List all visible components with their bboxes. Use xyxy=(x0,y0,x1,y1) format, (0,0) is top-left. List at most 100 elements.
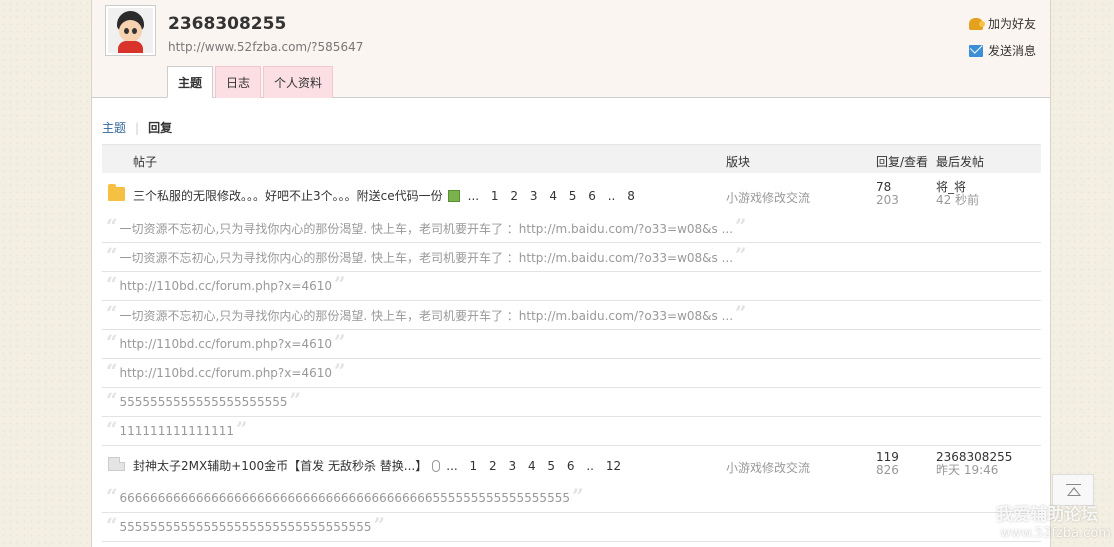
reply-quote[interactable]: “一切资源不忘初心,只为寻找你内心的那份渴望. 快上车，老司机要开车了 ：htt… xyxy=(102,243,1041,272)
page-link[interactable]: 5 xyxy=(569,189,577,203)
tab-profile[interactable]: 个人资料 xyxy=(263,66,334,98)
page-link[interactable]: 8 xyxy=(627,189,635,203)
reply-text: 一切资源不忘初心,只为寻找你内心的那份渴望. 快上车，老司机要开车了 ：http… xyxy=(119,250,734,265)
reply-text: http://110bd.cc/forum.php?x=4610 xyxy=(119,279,332,293)
close-quote-icon: ” xyxy=(333,272,346,296)
reply-text: 111111111111111 xyxy=(119,424,235,438)
close-quote-icon: ” xyxy=(333,359,346,383)
reply-quote[interactable]: “一切资源不忘初心,只为寻找你内心的那份渴望. 快上车，老司机要开车了 ：htt… xyxy=(102,214,1041,243)
page-link[interactable]: 2 xyxy=(510,189,518,203)
username[interactable]: 2368308255 xyxy=(168,14,286,34)
close-quote-icon: ” xyxy=(735,301,747,325)
reply-text: 一切资源不忘初心,只为寻找你内心的那份渴望. 快上车，老司机要开车了 ：http… xyxy=(119,221,734,236)
profile-header: 2368308255 http://www.52fzba.com/?585647… xyxy=(92,0,1050,98)
page-link[interactable]: 3 xyxy=(530,189,538,203)
folder-icon xyxy=(108,457,125,471)
open-quote-icon: “ xyxy=(106,417,118,441)
thread-title-wrap: 三个私服的无限修改。。。好吧不止3个。。。附送ce代码一份 ... 1 2 3 … xyxy=(133,187,643,204)
mail-icon xyxy=(968,44,983,57)
thread-counts: 78 203 xyxy=(876,181,899,207)
reply-text: 5555555555555555555555 xyxy=(119,395,288,409)
close-quote-icon: ” xyxy=(373,513,385,537)
open-quote-icon: “ xyxy=(106,513,118,537)
thread-forum[interactable]: 小游戏修改交流 xyxy=(726,459,810,476)
header-post: 帖子 xyxy=(133,155,158,169)
profile-tabs: 主题 日志 个人资料 xyxy=(167,66,335,98)
view-count: 826 xyxy=(876,463,899,477)
reply-text: 一切资源不忘初心,只为寻找你内心的那份渴望. 快上车，老司机要开车了 ：http… xyxy=(119,308,734,323)
paperclip-icon xyxy=(432,459,441,472)
thread-title[interactable]: 封神太子2MX辅助+100金币【首发 无敌秒杀 替换...】 xyxy=(133,457,427,474)
page-link[interactable]: 6 xyxy=(567,459,575,473)
page-container: 2368308255 http://www.52fzba.com/?585647… xyxy=(91,0,1051,547)
reply-text: http://110bd.cc/forum.php?x=4610 xyxy=(119,337,332,351)
thread-counts: 119 826 xyxy=(876,451,899,477)
reply-quote[interactable]: “http://110bd.cc/forum.php?x=4610” xyxy=(102,359,1041,388)
thread-pagination: ... 1 2 3 4 5 6 .. 12 xyxy=(444,459,629,473)
page-link[interactable]: 3 xyxy=(508,459,516,473)
subnav-divider: | xyxy=(135,120,140,135)
subnav: 主题 | 回复 xyxy=(102,119,172,136)
page-link[interactable]: 1 xyxy=(491,189,499,203)
add-friend-icon xyxy=(968,17,985,30)
open-quote-icon: “ xyxy=(106,214,118,238)
reply-quote[interactable]: “一切资源不忘初心,只为寻找你内心的那份渴望. 快上车，老司机要开车了 ：htt… xyxy=(102,301,1041,330)
close-quote-icon: ” xyxy=(333,330,346,354)
add-friend-button[interactable]: 加为好友 xyxy=(968,10,1036,37)
reply-text: 555555555555555555555555555555555 xyxy=(119,520,372,534)
reply-quote[interactable]: “111111111111111” xyxy=(102,417,1041,446)
open-quote-icon: “ xyxy=(106,388,118,412)
thread-pagination: ... 1 2 3 4 5 6 .. 8 xyxy=(464,189,643,203)
page-link[interactable]: 6 xyxy=(588,189,596,203)
watermark-url: www.52fzba.com xyxy=(1000,526,1111,541)
send-message-button[interactable]: 发送消息 xyxy=(968,37,1036,64)
image-attachment-icon xyxy=(447,189,460,202)
open-quote-icon: “ xyxy=(106,301,118,325)
open-quote-icon: “ xyxy=(106,272,118,296)
page-link[interactable]: 4 xyxy=(528,459,536,473)
header-counts: 回复/查看 xyxy=(876,155,929,169)
avatar[interactable] xyxy=(105,5,156,56)
header-last-post: 最后发帖 xyxy=(936,155,985,169)
view-count: 203 xyxy=(876,193,899,207)
subnav-replies-current[interactable]: 回复 xyxy=(148,119,172,136)
page-link[interactable]: 12 xyxy=(606,459,621,473)
page-link[interactable]: 1 xyxy=(470,459,478,473)
tab-threads[interactable]: 主题 xyxy=(167,66,214,98)
page-link[interactable]: 2 xyxy=(489,459,497,473)
page-ellipsis: ... xyxy=(467,188,480,203)
thread-title[interactable]: 三个私服的无限修改。。。好吧不止3个。。。附送ce代码一份 xyxy=(133,187,443,204)
open-quote-icon: “ xyxy=(106,359,118,383)
send-message-label: 发送消息 xyxy=(987,44,1036,58)
header-forum: 版块 xyxy=(726,155,751,169)
page-link[interactable]: 4 xyxy=(549,189,557,203)
profile-actions: 加为好友 发送消息 xyxy=(968,10,1036,64)
thread-row: 封神太子2MX辅助+100金币【首发 无敌秒杀 替换...】 ... 1 2 3… xyxy=(102,446,1041,484)
close-quote-icon: ” xyxy=(735,214,747,238)
last-post-time[interactable]: 42 秒前 xyxy=(936,194,979,207)
reply-quote[interactable]: “555555555555555555555555555555555” xyxy=(102,513,1041,542)
reply-quote[interactable]: “http://110bd.cc/forum.php?x=4610” xyxy=(102,330,1041,359)
reply-quote[interactable]: “http://110bd.cc/forum.php?x=4610” xyxy=(102,272,1041,301)
reply-quote[interactable]: “5555555555555555555555” xyxy=(102,388,1041,417)
thread-last-post: 2368308255 昨天 19:46 xyxy=(936,451,1012,477)
open-quote-icon: “ xyxy=(106,484,118,508)
reply-text: http://110bd.cc/forum.php?x=4610 xyxy=(119,366,332,380)
close-quote-icon: ” xyxy=(735,243,747,267)
close-quote-icon: ” xyxy=(289,388,301,412)
page-ellipsis: .. xyxy=(586,458,594,473)
profile-url[interactable]: http://www.52fzba.com/?585647 xyxy=(168,40,363,54)
back-to-top-icon xyxy=(1066,484,1081,485)
page-link[interactable]: 5 xyxy=(547,459,555,473)
close-quote-icon: ” xyxy=(236,417,248,441)
open-quote-icon: “ xyxy=(106,330,118,354)
reply-quote[interactable]: “666666666666666666666666666666666666666… xyxy=(102,484,1041,513)
tab-blog[interactable]: 日志 xyxy=(215,66,262,98)
reply-text: 6666666666666666666666666666666666666666… xyxy=(119,491,570,505)
page-ellipsis: ... xyxy=(446,458,458,473)
thread-last-post: 将_将 42 秒前 xyxy=(936,181,979,207)
subnav-threads-link[interactable]: 主题 xyxy=(102,119,126,136)
close-quote-icon: ” xyxy=(571,484,584,508)
thread-forum[interactable]: 小游戏修改交流 xyxy=(726,189,810,206)
last-post-time[interactable]: 昨天 19:46 xyxy=(936,464,1012,477)
